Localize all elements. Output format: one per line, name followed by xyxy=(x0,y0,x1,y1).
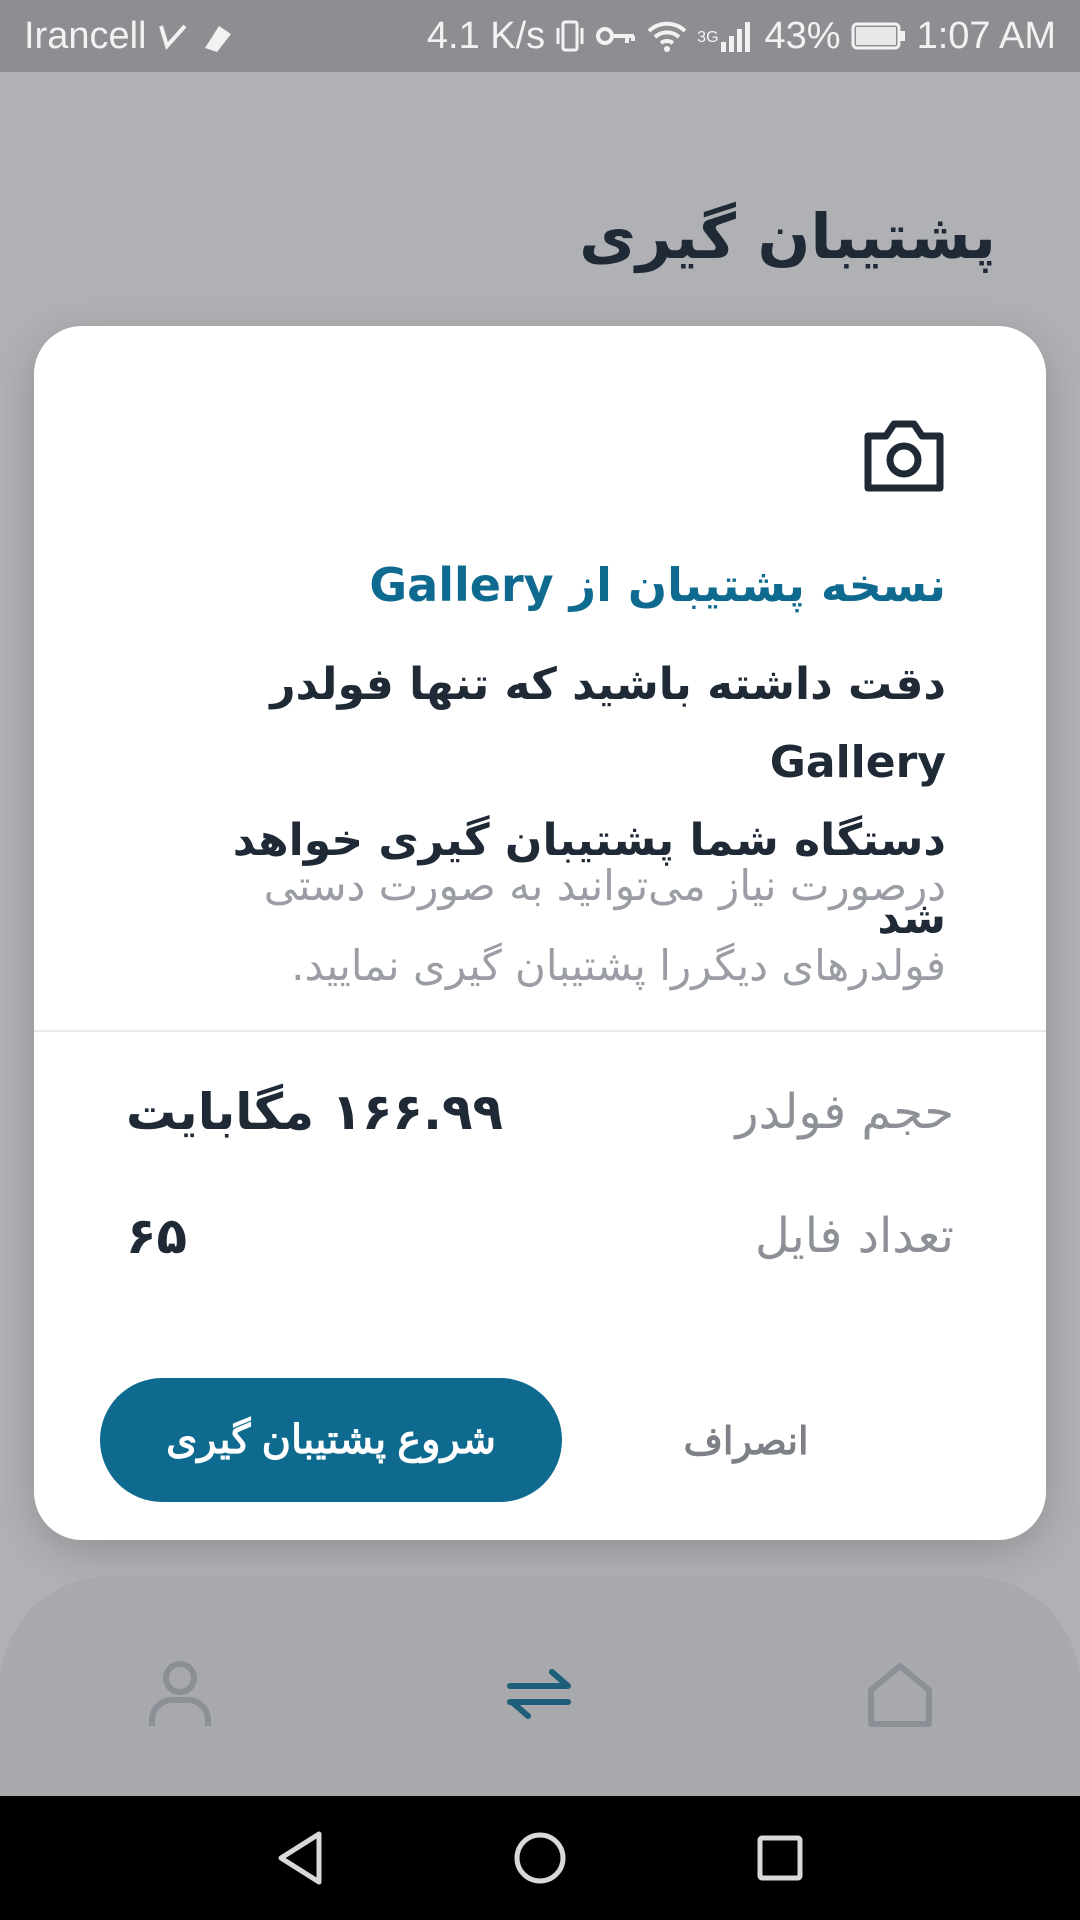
warning-line-1: دقت داشته باشید که تنها فولدر Gallery xyxy=(270,659,946,788)
page-title: پشتیبان گیری xyxy=(579,200,996,273)
recents-icon[interactable] xyxy=(750,1828,810,1888)
bottom-nav xyxy=(0,1576,1080,1796)
screen: Irancell 4.1 K/s 3G 43% 1:07 AM پشتیبان … xyxy=(0,0,1080,1920)
backup-dialog: نسخه پشتیبان از Gallery دقت داشته باشید … xyxy=(34,326,1046,1540)
dialog-title: نسخه پشتیبان از Gallery xyxy=(369,558,946,612)
status-left: Irancell xyxy=(24,15,237,58)
notification-icon xyxy=(199,16,237,56)
back-icon[interactable] xyxy=(270,1828,330,1888)
system-navigation-bar xyxy=(0,1796,1080,1920)
home-circle-icon[interactable] xyxy=(510,1828,570,1888)
folder-size-row: ۱۶۶.۹۹ مگابایت حجم فولدر xyxy=(126,1072,954,1152)
file-count-row: ۶۵ تعداد فایل xyxy=(126,1196,954,1276)
transfer-icon[interactable] xyxy=(500,1654,580,1734)
cancel-button[interactable]: انصراف xyxy=(666,1406,826,1476)
wifi-icon xyxy=(647,16,687,56)
file-count-value: ۶۵ xyxy=(126,1207,188,1265)
sim-check-icon xyxy=(157,16,189,56)
network-speed: 4.1 K/s xyxy=(426,14,546,57)
status-bar: Irancell 4.1 K/s 3G 43% 1:07 AM xyxy=(0,0,1080,72)
battery-icon xyxy=(851,16,907,56)
signal-icon xyxy=(719,16,755,56)
home-icon[interactable] xyxy=(860,1654,940,1734)
note-line-2: فولدرهای دیگررا پشتیبان گیری نمایید. xyxy=(291,941,946,990)
profile-icon[interactable] xyxy=(140,1654,220,1734)
vibrate-icon xyxy=(555,16,585,56)
carrier-name: Irancell xyxy=(24,14,147,57)
divider xyxy=(34,1030,1046,1032)
status-right: 4.1 K/s 3G 43% 1:07 AM xyxy=(427,15,1056,58)
folder-size-label: حجم فولدر xyxy=(735,1084,954,1140)
note-line-1: درصورت نیاز می‌توانید به صورت دستی xyxy=(263,861,946,910)
clock: 1:07 AM xyxy=(916,14,1056,57)
battery-percent: 43% xyxy=(764,14,841,57)
start-backup-button[interactable]: شروع پشتیبان گیری xyxy=(100,1378,562,1502)
network-type: 3G xyxy=(697,28,719,46)
folder-size-value: ۱۶۶.۹۹ مگابایت xyxy=(126,1083,504,1141)
dialog-note: درصورت نیاز می‌توانید به صورت دستی فولدر… xyxy=(186,846,946,1006)
key-icon xyxy=(595,16,637,56)
file-count-label: تعداد فایل xyxy=(755,1208,954,1264)
camera-icon xyxy=(860,418,948,494)
